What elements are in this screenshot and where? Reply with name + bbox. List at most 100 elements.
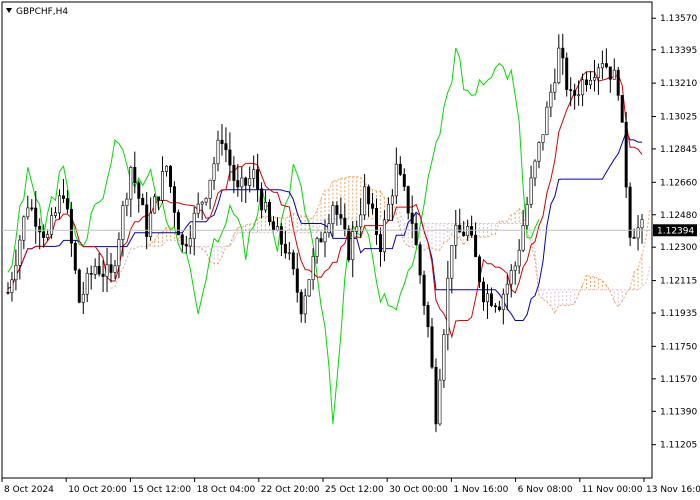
candle-body bbox=[541, 134, 545, 143]
candle-body bbox=[271, 221, 275, 231]
candle-body bbox=[363, 186, 367, 216]
candle-body bbox=[125, 198, 129, 207]
candle-body bbox=[244, 177, 248, 186]
candle-body bbox=[454, 224, 458, 246]
candle-body bbox=[240, 177, 244, 188]
candle-body bbox=[256, 169, 260, 190]
candle-body bbox=[38, 226, 42, 233]
y-tick-label: 1.11750 bbox=[660, 342, 697, 352]
y-tick-label: 1.13025 bbox=[660, 112, 697, 122]
candle-body bbox=[573, 90, 577, 96]
x-tick-label: 30 Oct 00:00 bbox=[389, 485, 448, 495]
candle-body bbox=[145, 204, 149, 237]
candle-body bbox=[477, 256, 481, 283]
candle-body bbox=[470, 226, 474, 236]
y-tick-label: 1.11570 bbox=[660, 375, 697, 385]
candle-body bbox=[525, 204, 529, 226]
candle-body bbox=[34, 207, 38, 227]
candle-body bbox=[509, 270, 513, 285]
candle-body bbox=[161, 171, 165, 201]
candle-body bbox=[157, 196, 161, 201]
candle-body bbox=[85, 273, 89, 295]
candle-body bbox=[343, 217, 347, 230]
x-tick-label: 1 Nov 16:00 bbox=[453, 485, 508, 495]
x-tick-label: 18 Oct 04:00 bbox=[197, 485, 256, 495]
x-tick-label: 11 Nov 00:00 bbox=[582, 485, 643, 495]
candle-body bbox=[303, 295, 307, 315]
candle-body bbox=[402, 174, 406, 187]
candle-body bbox=[220, 139, 224, 144]
candle-body bbox=[632, 237, 636, 239]
candle-body bbox=[57, 195, 61, 214]
candle-body bbox=[232, 164, 236, 181]
candle-body bbox=[121, 205, 125, 240]
candle-body bbox=[386, 204, 390, 221]
candle-body bbox=[204, 198, 208, 203]
current-price-label: 1.12394 bbox=[657, 226, 694, 236]
candle-body bbox=[581, 79, 585, 96]
y-tick-label: 1.12480 bbox=[660, 211, 697, 221]
candle-body bbox=[553, 82, 557, 93]
candle-body bbox=[184, 244, 188, 247]
candle-body bbox=[101, 273, 105, 277]
candle-body bbox=[172, 186, 176, 213]
candle-body bbox=[608, 66, 612, 80]
candle-body bbox=[295, 268, 299, 293]
candle-body bbox=[188, 238, 192, 247]
candle-body bbox=[224, 143, 228, 151]
candle-body bbox=[26, 207, 30, 218]
candle-body bbox=[129, 167, 133, 200]
y-tick-label: 1.12115 bbox=[660, 277, 697, 287]
candle-body bbox=[529, 177, 533, 205]
x-tick-label: 15 Oct 12:00 bbox=[132, 485, 191, 495]
candle-body bbox=[165, 165, 169, 172]
candle-body bbox=[283, 243, 287, 254]
candle-body bbox=[315, 238, 319, 257]
candle-body bbox=[14, 264, 18, 281]
candle-body bbox=[216, 139, 220, 165]
ichimoku-chart: 1.13570 1.13395 1.13210 1.13025 1.12845 1.126… bbox=[1, 1, 700, 495]
candle-body bbox=[497, 306, 501, 310]
candle-body bbox=[339, 214, 343, 219]
candle-body bbox=[466, 226, 470, 236]
candle-body bbox=[61, 195, 65, 199]
candle-body bbox=[390, 195, 394, 205]
y-tick-label: 1.12660 bbox=[660, 178, 697, 188]
candle-body bbox=[105, 264, 109, 277]
candle-body bbox=[81, 293, 85, 303]
symbol-timeframe-label: GBPCHF,H4 bbox=[16, 7, 68, 17]
candle-body bbox=[367, 186, 371, 205]
y-tick-label: 1.11390 bbox=[660, 407, 697, 417]
candle-body bbox=[517, 249, 521, 267]
candle-body bbox=[474, 234, 478, 258]
candle-body bbox=[355, 226, 359, 232]
candle-body bbox=[109, 264, 113, 273]
candle-body bbox=[501, 293, 505, 311]
x-tick-label: 25 Oct 12:00 bbox=[325, 485, 384, 495]
candle-body bbox=[351, 231, 355, 261]
candle-body bbox=[212, 163, 216, 181]
candle-body bbox=[640, 219, 644, 229]
candle-body bbox=[117, 239, 121, 267]
candle-body bbox=[319, 238, 323, 243]
candle-body bbox=[299, 291, 303, 315]
candle-body bbox=[6, 291, 10, 294]
x-tick-label: 22 Oct 20:00 bbox=[261, 485, 320, 495]
candle-body bbox=[323, 232, 327, 243]
candle-body bbox=[462, 231, 466, 236]
candle-body bbox=[137, 182, 141, 199]
candle-body bbox=[406, 186, 410, 214]
candle-body bbox=[65, 198, 69, 210]
y-tick-label: 1.13210 bbox=[660, 79, 697, 89]
candle-body bbox=[46, 234, 50, 239]
candle-body bbox=[624, 121, 628, 188]
candle-body bbox=[557, 47, 561, 83]
x-tick-label: 13 Nov 16:00 bbox=[646, 485, 700, 495]
candle-body bbox=[458, 224, 462, 233]
candle-body bbox=[113, 265, 117, 273]
candle-body bbox=[505, 283, 509, 295]
candle-body bbox=[77, 269, 81, 303]
candle-body bbox=[577, 94, 581, 97]
candle-body bbox=[359, 214, 363, 228]
candle-body bbox=[228, 149, 232, 166]
